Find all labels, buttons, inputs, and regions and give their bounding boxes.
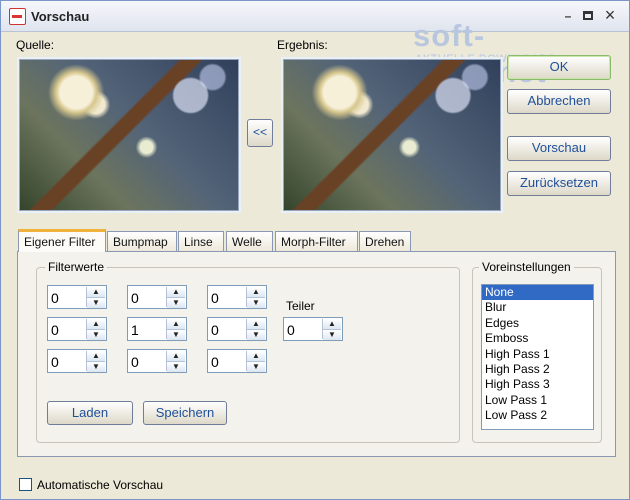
down-arrow-icon[interactable]: ▼ [247, 330, 265, 340]
divider-stepper[interactable]: 0 ▲ ▼ [283, 317, 343, 341]
up-arrow-icon[interactable]: ▲ [247, 319, 265, 330]
spinner-arrows[interactable]: ▲ ▼ [166, 351, 185, 372]
preset-item-high-pass-3[interactable]: High Pass 3 [482, 377, 593, 392]
preset-item-none[interactable]: None [482, 285, 593, 301]
spinner-arrows[interactable]: ▲ ▼ [246, 351, 265, 372]
spinner-arrows[interactable]: ▲ ▼ [86, 319, 105, 340]
filter-cell-r2c2[interactable]: 1 ▲ ▼ [127, 317, 187, 341]
down-arrow-icon[interactable]: ▼ [87, 362, 105, 372]
cancel-button[interactable]: Abbrechen [507, 89, 611, 114]
up-arrow-icon[interactable]: ▲ [247, 287, 265, 298]
filter-cell-value: 1 [131, 322, 139, 338]
source-label: Quelle: [16, 38, 55, 52]
filter-cell-value: 0 [51, 322, 59, 338]
preset-item-edges[interactable]: Edges [482, 316, 593, 331]
down-arrow-icon[interactable]: ▼ [247, 362, 265, 372]
tab-linse[interactable]: Linse [178, 231, 224, 251]
maximize-button[interactable] [579, 7, 597, 25]
save-button[interactable]: Speichern [143, 401, 227, 425]
down-arrow-icon[interactable]: ▼ [87, 330, 105, 340]
preview-button[interactable]: Vorschau [507, 136, 611, 161]
spinner-arrows[interactable]: ▲ ▼ [86, 351, 105, 372]
filter-cell-value: 0 [51, 290, 59, 306]
filter-cell-r3c3[interactable]: 0 ▲ ▼ [207, 349, 267, 373]
automatic-preview-label[interactable]: Automatische Vorschau [37, 478, 163, 492]
up-arrow-icon[interactable]: ▲ [167, 287, 185, 298]
down-arrow-icon[interactable]: ▼ [167, 330, 185, 340]
divider-value: 0 [287, 322, 295, 338]
spinner-arrows[interactable]: ▲ ▼ [166, 319, 185, 340]
divider-label: Teiler [286, 299, 315, 313]
spinner-arrows[interactable]: ▲ ▼ [166, 287, 185, 308]
filter-cell-r1c2[interactable]: 0 ▲ ▼ [127, 285, 187, 309]
preset-item-low-pass-1[interactable]: Low Pass 1 [482, 393, 593, 408]
up-arrow-icon[interactable]: ▲ [87, 287, 105, 298]
presets-list[interactable]: None Blur Edges Emboss High Pass 1 High … [481, 284, 594, 430]
filter-cell-r2c1[interactable]: 0 ▲ ▼ [47, 317, 107, 341]
tab-morph-filter[interactable]: Morph-Filter [275, 231, 358, 251]
presets-legend: Voreinstellungen [479, 260, 574, 274]
down-arrow-icon[interactable]: ▼ [167, 362, 185, 372]
ok-button[interactable]: OK [507, 55, 611, 80]
result-image [281, 57, 503, 213]
down-arrow-icon[interactable]: ▼ [167, 298, 185, 308]
raw-icon [9, 8, 26, 25]
tab-eigener-filter[interactable]: Eigener Filter [18, 229, 106, 252]
filter-cell-r3c1[interactable]: 0 ▲ ▼ [47, 349, 107, 373]
result-label: Ergebnis: [277, 38, 328, 52]
preview-window: Vorschau – × soft-ware.net AKTUELLE DOWN… [0, 0, 630, 500]
spinner-arrows[interactable]: ▲ ▼ [246, 319, 265, 340]
down-arrow-icon[interactable]: ▼ [87, 298, 105, 308]
spinner-arrows[interactable]: ▲ ▼ [86, 287, 105, 308]
up-arrow-icon[interactable]: ▲ [167, 319, 185, 330]
window-title: Vorschau [31, 9, 90, 24]
preset-item-low-pass-2[interactable]: Low Pass 2 [482, 408, 593, 423]
filter-cell-value: 0 [211, 322, 219, 338]
automatic-preview-checkbox[interactable] [19, 478, 32, 491]
maximize-icon [583, 11, 593, 20]
tab-bumpmap[interactable]: Bumpmap [107, 231, 177, 251]
tab-drehen[interactable]: Drehen [359, 231, 411, 251]
tab-welle[interactable]: Welle [226, 231, 273, 251]
filter-cell-r1c1[interactable]: 0 ▲ ▼ [47, 285, 107, 309]
up-arrow-icon[interactable]: ▲ [247, 351, 265, 362]
preset-item-blur[interactable]: Blur [482, 300, 593, 315]
reset-button[interactable]: Zurücksetzen [507, 171, 611, 196]
preset-item-emboss[interactable]: Emboss [482, 331, 593, 346]
spinner-arrows[interactable]: ▲ ▼ [246, 287, 265, 308]
preset-item-high-pass-1[interactable]: High Pass 1 [482, 347, 593, 362]
preset-item-high-pass-2[interactable]: High Pass 2 [482, 362, 593, 377]
load-button[interactable]: Laden [47, 401, 133, 425]
up-arrow-icon[interactable]: ▲ [167, 351, 185, 362]
filter-cell-value: 0 [131, 354, 139, 370]
copy-result-back-button[interactable]: << [247, 119, 273, 147]
filter-cell-value: 0 [211, 290, 219, 306]
minimize-button[interactable]: – [559, 7, 577, 25]
filter-cell-value: 0 [51, 354, 59, 370]
source-image [17, 57, 241, 213]
divider-spinner-arrows[interactable]: ▲ ▼ [322, 319, 341, 340]
filter-cell-r3c2[interactable]: 0 ▲ ▼ [127, 349, 187, 373]
close-button[interactable]: × [601, 6, 619, 25]
filter-cell-r1c3[interactable]: 0 ▲ ▼ [207, 285, 267, 309]
down-arrow-icon[interactable]: ▼ [323, 330, 341, 340]
filter-values-legend: Filterwerte [45, 260, 108, 274]
up-arrow-icon[interactable]: ▲ [87, 351, 105, 362]
down-arrow-icon[interactable]: ▼ [247, 298, 265, 308]
up-arrow-icon[interactable]: ▲ [323, 319, 341, 330]
filter-cell-r2c3[interactable]: 0 ▲ ▼ [207, 317, 267, 341]
filter-cell-value: 0 [211, 354, 219, 370]
filter-cell-value: 0 [131, 290, 139, 306]
title-bar[interactable]: Vorschau – × [1, 1, 629, 32]
up-arrow-icon[interactable]: ▲ [87, 319, 105, 330]
